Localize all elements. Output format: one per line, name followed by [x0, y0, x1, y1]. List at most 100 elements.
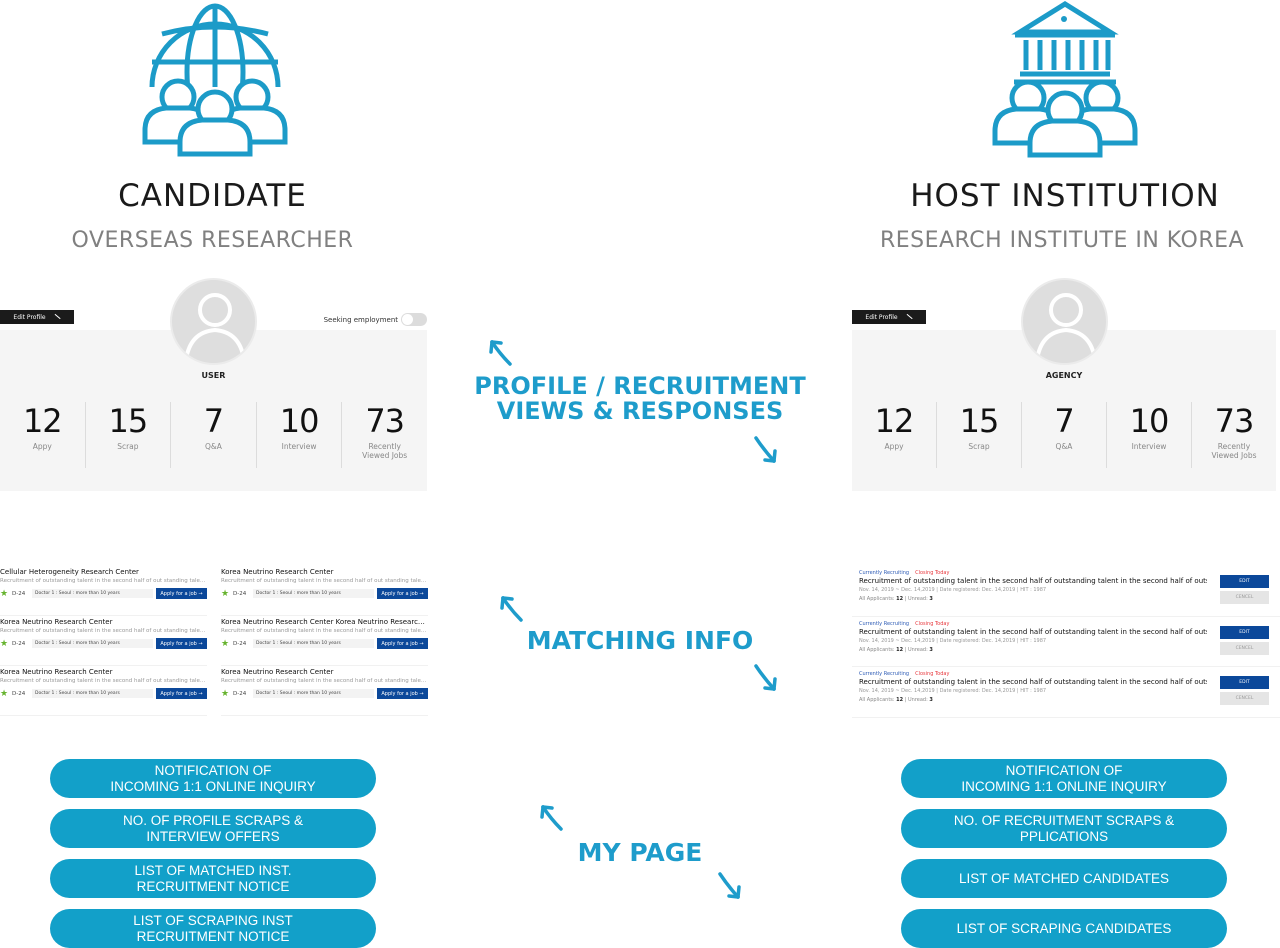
star-icon[interactable]: ★ [0, 689, 12, 699]
host-mypage-scraping-candidates[interactable]: LIST OF SCRAPING CANDIDATES [901, 909, 1227, 948]
stat-label: Interview [281, 442, 317, 451]
job-title: Korea Neutrino Research Center Korea Neu… [221, 618, 428, 626]
recruitment-dates: Nov. 14, 2019 ~ Dec. 14,2019 | Date regi… [859, 587, 1047, 593]
cancel-button[interactable]: CENCEL [1220, 591, 1269, 604]
job-card[interactable]: Korea Neutrino Research Center Recruitme… [221, 666, 428, 716]
host-mypage-scraps-applications[interactable]: NO. OF RECRUITMENT SCRAPS & PPLICATIONS [901, 809, 1227, 848]
seeking-employment-label: Seeking employment [323, 315, 398, 324]
recruiting-status: Currently Recruiting [859, 671, 910, 677]
stat-recently-viewed[interactable]: 73 Recently Viewed Jobs [1192, 402, 1276, 468]
job-card[interactable]: Korea Neutrino Research Center Recruitme… [221, 566, 428, 616]
stat-label: Appy [884, 442, 904, 451]
star-icon[interactable]: ★ [221, 689, 233, 699]
stat-scrap[interactable]: 15 Scrap [937, 402, 1022, 468]
applicants-summary: All Applicants: 12 | Unread: 3 [859, 647, 1280, 653]
profile-views-label-line1: PROFILE / RECRUITMENT [474, 372, 806, 400]
edit-profile-button[interactable]: Edit Profile [0, 310, 74, 324]
candidate-profile-panel: Edit Profile Seeking employment USER 12 A… [0, 278, 427, 491]
profile-name: USER [201, 371, 226, 380]
stat-value: 7 [1054, 402, 1074, 440]
edit-button[interactable]: EDIT [1220, 625, 1269, 639]
job-card[interactable]: Cellular Heterogeneity Research Center R… [0, 566, 207, 616]
unread-count: 3 [929, 646, 933, 653]
job-meta: Doctor 1 : Seoul : more than 10 years [32, 639, 153, 648]
stat-label: Q&A [1055, 442, 1073, 451]
stat-value: 10 [1129, 402, 1170, 440]
stat-interview[interactable]: 10 Interview [1107, 402, 1192, 468]
stat-label: Recently Viewed Jobs [1211, 442, 1257, 460]
job-card[interactable]: Korea Neutrino Research Center Recruitme… [0, 666, 207, 716]
apply-button[interactable]: Apply for a job → [377, 688, 428, 699]
cancel-button[interactable]: CENCEL [1220, 641, 1269, 655]
candidate-mypage-matched-notices[interactable]: LIST OF MATCHED INST. RECRUITMENT NOTICE [50, 859, 376, 898]
stat-label: Scrap [117, 442, 139, 451]
star-icon[interactable]: ★ [221, 589, 233, 599]
apply-button[interactable]: Apply for a job → [156, 588, 207, 599]
applicants-label: All Applicants: [859, 596, 895, 602]
recruitment-title: Recruitment of outstanding talent in the… [859, 577, 1207, 585]
job-meta: Doctor 1 : Seoul : more than 10 years [32, 689, 153, 698]
matched-jobs-grid: Cellular Heterogeneity Research Center R… [0, 566, 428, 716]
closing-badge: Closing Today [915, 570, 950, 576]
stat-apply[interactable]: 12 Appy [852, 402, 937, 468]
avatar [170, 278, 257, 365]
host-mypage-inquiry-notification[interactable]: NOTIFICATION OF INCOMING 1:1 ONLINE INQU… [901, 759, 1227, 798]
arrow-up-left-icon [500, 596, 523, 622]
job-title: Korea Neutrino Research Center [0, 668, 113, 676]
applicants-label: All Applicants: [859, 646, 895, 653]
job-description: Recruitment of outstanding talent in the… [221, 628, 428, 634]
job-title: Cellular Heterogeneity Research Center [0, 568, 139, 576]
edit-profile-button[interactable]: Edit Profile [852, 310, 926, 324]
edit-button[interactable]: EDIT [1220, 575, 1269, 588]
seeking-employment-toggle[interactable] [401, 313, 427, 326]
d-day: D-24 [12, 640, 26, 647]
stat-apply[interactable]: 12 Appy [0, 402, 86, 468]
apply-button[interactable]: Apply for a job → [377, 638, 428, 649]
recruitment-list: Currently Recruiting Closing Today Recrui… [852, 566, 1280, 718]
star-icon[interactable]: ★ [0, 589, 12, 599]
my-page-label: MY PAGE [577, 838, 703, 867]
stat-label: Scrap [968, 442, 990, 451]
job-title: Korea Neutrino Research Center [221, 568, 334, 576]
job-description: Recruitment of outstanding talent in the… [221, 678, 428, 684]
avatar [1021, 278, 1108, 365]
profile-views-label-line2: VIEWS & RESPONSES [496, 397, 784, 425]
closing-badge: Closing Today [915, 620, 950, 627]
cancel-button[interactable]: CENCEL [1220, 692, 1269, 705]
apply-button[interactable]: Apply for a job → [377, 588, 428, 599]
host-mypage-matched-candidates[interactable]: LIST OF MATCHED CANDIDATES [901, 859, 1227, 898]
job-card[interactable]: Korea Neutrino Research Center Korea Neu… [221, 616, 428, 666]
profile-stats: 12 Appy 15 Scrap 7 Q&A 10 Interview 73 Recent… [0, 402, 427, 468]
stat-qa[interactable]: 7 Q&A [1022, 402, 1107, 468]
stat-recently-viewed[interactable]: 73 Recently Viewed Jobs [342, 402, 427, 468]
stat-qa[interactable]: 7 Q&A [171, 402, 257, 468]
star-icon[interactable]: ★ [0, 639, 12, 649]
recruitment-item[interactable]: Currently Recruiting Closing Today Recrui… [852, 671, 1280, 718]
job-card[interactable]: Korea Neutrino Research Center Recruitme… [0, 616, 207, 666]
apply-button[interactable]: Apply for a job → [156, 688, 207, 699]
stat-interview[interactable]: 10 Interview [257, 402, 343, 468]
arrow-down-right-icon [754, 436, 777, 463]
recruitment-item[interactable]: Currently Recruiting Closing Today Recrui… [852, 570, 1280, 617]
candidate-mypage-scraping-notices[interactable]: LIST OF SCRAPING INST RECRUITMENT NOTICE [50, 909, 376, 948]
closing-badge: Closing Today [915, 671, 950, 677]
job-description: Recruitment of outstanding talent in the… [0, 578, 207, 584]
recruitment-item[interactable]: Currently Recruiting Closing Today Recrui… [852, 620, 1280, 667]
edit-button[interactable]: EDIT [1220, 676, 1269, 689]
profile-name: AGENCY [1045, 371, 1083, 380]
host-title: HOST INSTITUTION [910, 178, 1220, 214]
candidate-mypage-inquiry-notification[interactable]: NOTIFICATION OF INCOMING 1:1 ONLINE INQU… [50, 759, 376, 798]
recruitment-title: Recruitment of outstanding talent in the… [859, 678, 1207, 686]
d-day: D-24 [233, 690, 247, 697]
star-icon[interactable]: ★ [221, 639, 233, 649]
stat-value: 10 [279, 402, 320, 440]
recruiting-status: Currently Recruiting [859, 620, 910, 627]
candidate-mypage-scraps-interviews[interactable]: NO. OF PROFILE SCRAPS & INTERVIEW OFFERS [50, 809, 376, 848]
stat-label: Appy [32, 442, 52, 451]
stat-scrap[interactable]: 15 Scrap [86, 402, 172, 468]
profile-stats: 12 Appy 15 Scrap 7 Q&A 10 Interview 73 Recent… [852, 402, 1276, 468]
job-meta: Doctor 1 : Seoul : more than 10 years [253, 639, 374, 648]
candidate-title: CANDIDATE [118, 178, 307, 214]
apply-button[interactable]: Apply for a job → [156, 638, 207, 649]
arrow-up-left-icon [489, 340, 512, 366]
